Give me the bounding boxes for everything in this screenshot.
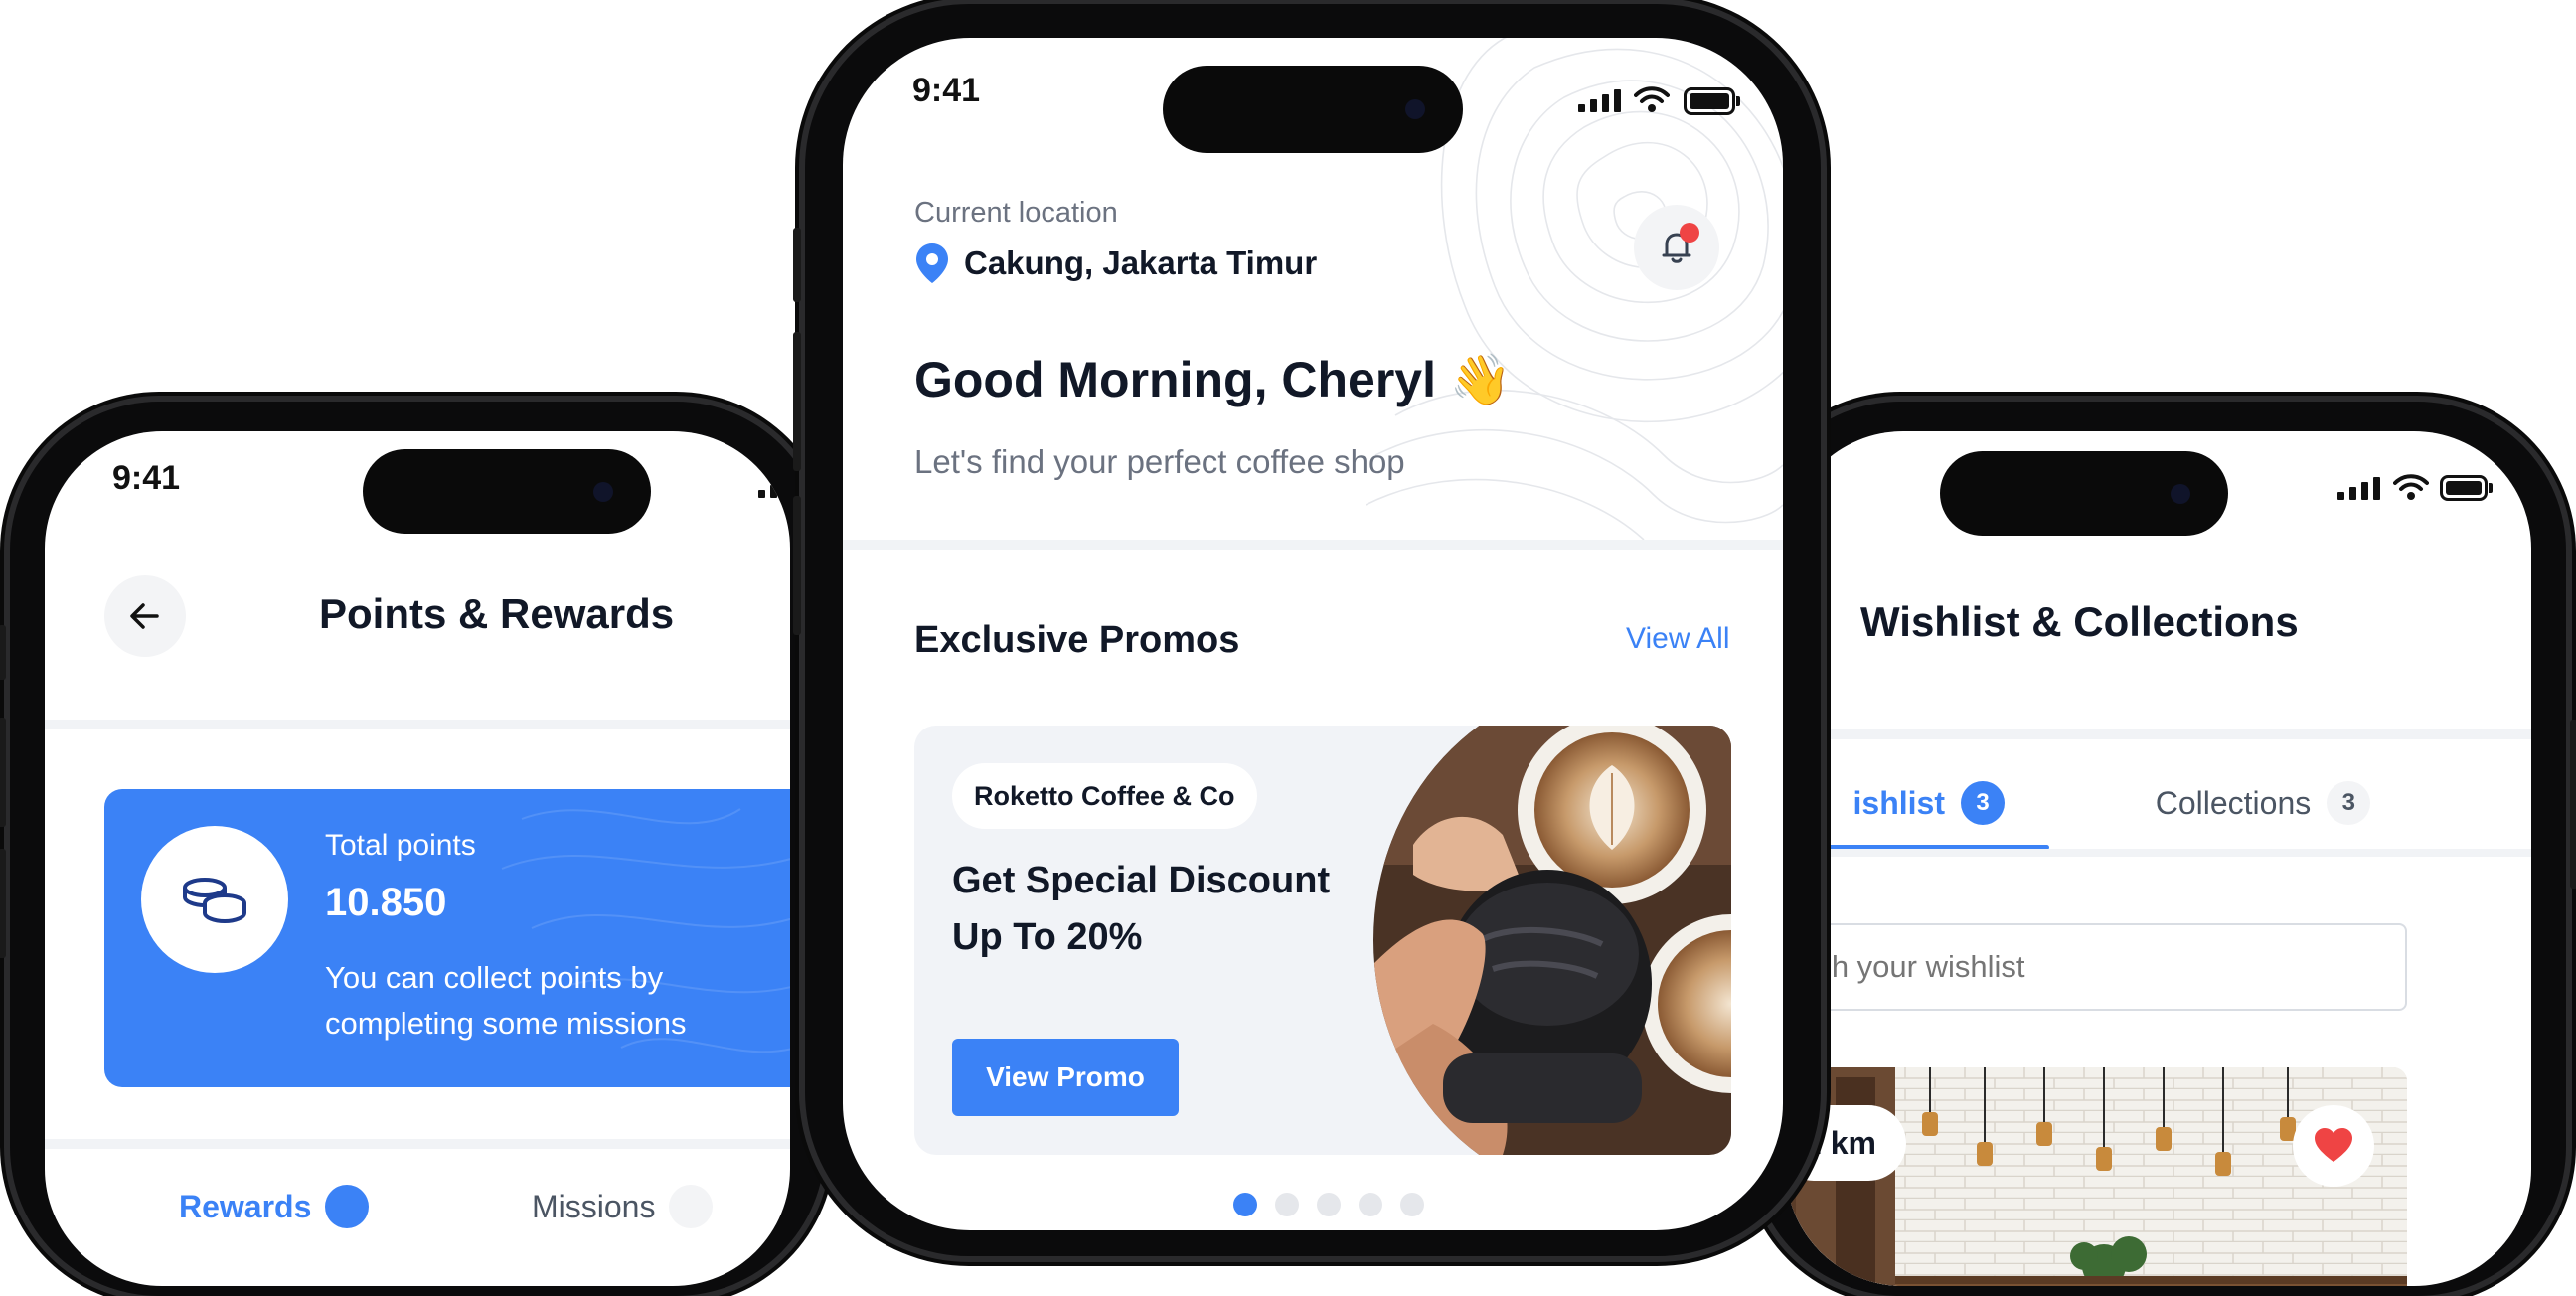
phone-frame-home: 9:41 Current location Cakung, Jakarta Ti…: [793, 4, 1821, 1256]
screen-home: 9:41 Current location Cakung, Jakarta Ti…: [843, 38, 1783, 1230]
tab-count: 3: [2327, 781, 2371, 825]
wifi-icon: [1634, 86, 1670, 112]
side-button: [793, 228, 801, 302]
tab-rewards[interactable]: Rewards: [179, 1185, 370, 1228]
points-label: Total points: [325, 829, 476, 862]
battery-icon: [2440, 475, 2493, 501]
view-all-link[interactable]: View All: [1626, 622, 1730, 656]
header-divider: [1786, 729, 2531, 739]
content-divider: [45, 1139, 790, 1149]
dynamic-island: [1940, 451, 2228, 536]
heart-icon: [2315, 1128, 2352, 1162]
screen-wishlist: Wishlist & Collections ishlist 3 Collect…: [1786, 431, 2531, 1286]
promo-card[interactable]: Roketto Coffee & Co Get Special Discount…: [914, 726, 1731, 1155]
status-time: 9:41: [112, 459, 181, 497]
location-pin-icon: [916, 243, 948, 283]
page-title: Wishlist & Collections: [1860, 598, 2299, 645]
header-divider: [45, 720, 790, 729]
signal-icon: [1578, 89, 1621, 112]
tab-wishlist[interactable]: ishlist 3: [1786, 757, 2049, 849]
location-selector[interactable]: Cakung, Jakarta Timur: [914, 242, 1317, 285]
notification-button[interactable]: [1634, 205, 1719, 290]
promo-title-line1: Get Special Discount: [952, 860, 1331, 901]
coffee-photo: [1373, 726, 1731, 1155]
dynamic-island: [363, 449, 651, 534]
search-input[interactable]: [1786, 923, 2407, 1011]
shop-name-badge: Roketto Coffee & Co: [952, 763, 1257, 829]
screen-points: 9:41 Points & Rewards Total points 10.85…: [45, 431, 790, 1286]
arrow-left-icon: [130, 603, 159, 629]
greeting-title: Good Morning, Cheryl 👋: [914, 351, 1512, 409]
tab-count: 3: [1961, 781, 2005, 825]
location-value: Cakung, Jakarta Timur: [964, 244, 1318, 281]
greeting-divider: [843, 540, 1783, 550]
points-description-line1: You can collect points by: [325, 960, 664, 995]
favorite-button[interactable]: [2293, 1105, 2374, 1187]
greeting-subtitle: Let's find your perfect coffee shop: [914, 443, 1405, 480]
notification-dot: [1680, 223, 1699, 243]
side-button: [2570, 720, 2576, 889]
tab-label: Missions: [532, 1188, 656, 1224]
wishlist-card-image[interactable]: 2 km: [1786, 1067, 2407, 1286]
tab-missions[interactable]: Missions: [532, 1185, 714, 1228]
promos-section-title: Exclusive Promos: [914, 619, 1240, 661]
side-button: [0, 625, 6, 680]
view-promo-button[interactable]: View Promo: [952, 1039, 1179, 1116]
dynamic-island: [1163, 66, 1463, 153]
points-value: 10.850: [325, 881, 447, 924]
signal-icon: [2337, 477, 2380, 500]
phone-frame-points: 9:41 Points & Rewards Total points 10.85…: [0, 402, 825, 1296]
tabs-divider: [1786, 849, 2531, 857]
tab-label: Rewards: [179, 1188, 312, 1224]
promo-title-line2: Up To 20%: [952, 916, 1143, 958]
tab-count: [669, 1185, 714, 1228]
coins-icon-badge: [141, 826, 288, 973]
wifi-icon: [2393, 474, 2429, 500]
points-card: Total points 10.850 You can collect poin…: [104, 789, 790, 1087]
side-button: [793, 496, 801, 635]
phone-frame-wishlist: Wishlist & Collections ishlist 3 Collect…: [1751, 402, 2576, 1296]
current-location-label: Current location: [914, 197, 1118, 229]
waving-hand-emoji: 👋: [1449, 352, 1513, 407]
side-button: [0, 849, 6, 958]
signal-icon: [758, 475, 790, 498]
shop-name: Roketto Coffee & Co: [974, 780, 1235, 811]
tab-count: [325, 1185, 370, 1228]
greeting-text: Good Morning, Cheryl: [914, 352, 1436, 407]
coins-icon: [183, 878, 246, 924]
side-button: [0, 718, 6, 827]
tab-label: ishlist: [1852, 784, 1945, 821]
back-button[interactable]: [104, 575, 186, 657]
status-time: 9:41: [912, 72, 981, 109]
tab-collections[interactable]: Collections 3: [2069, 757, 2457, 849]
battery-icon: [1684, 87, 1740, 115]
page-title: Points & Rewards: [319, 590, 675, 637]
tab-label: Collections: [2155, 784, 2312, 821]
points-description-line2: completing some missions: [325, 1006, 687, 1041]
side-button: [793, 332, 801, 471]
